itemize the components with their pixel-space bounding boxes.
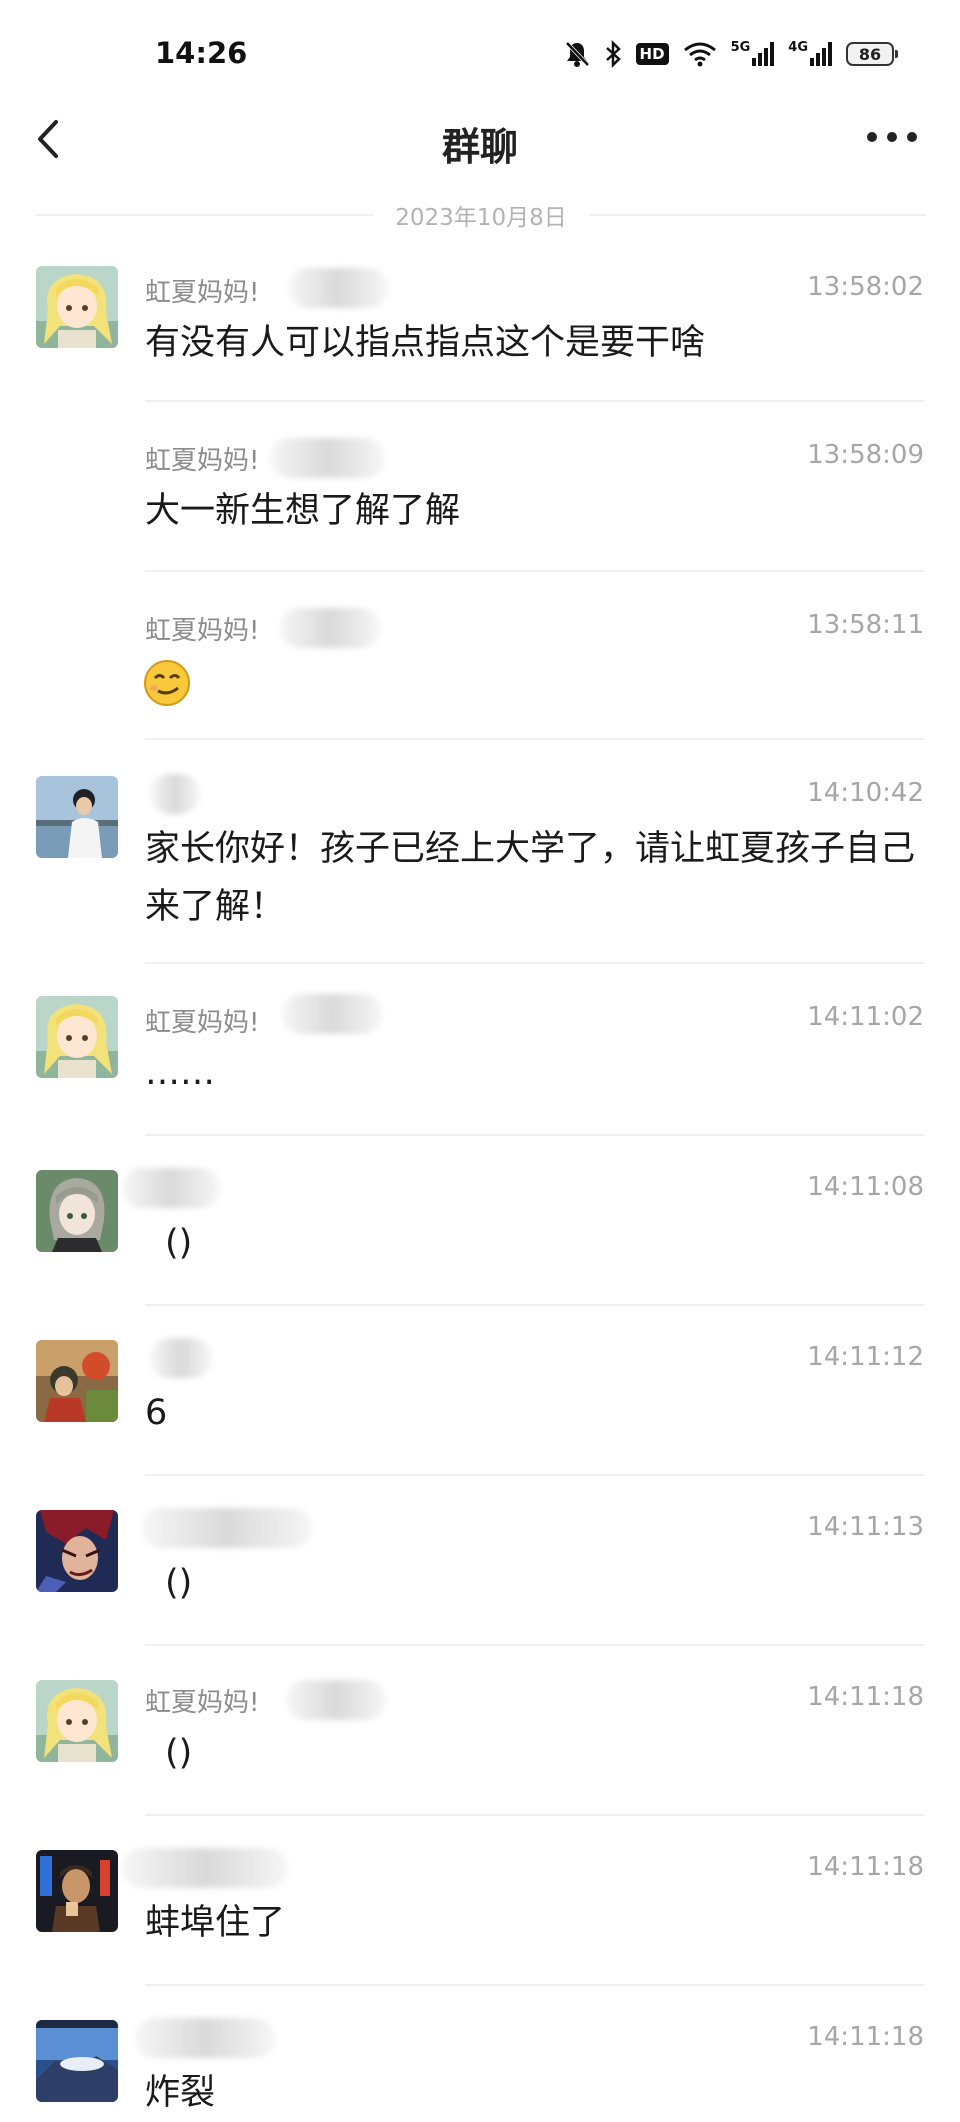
avatar[interactable] (36, 1340, 118, 1422)
message-text: 家长你好！孩子已经上大学了，请让虹夏孩子自己来了解！ (145, 829, 916, 927)
avatar[interactable] (36, 776, 118, 858)
message-divider (145, 1814, 924, 1816)
signal-5g: 5G (730, 40, 775, 66)
redacted-name (280, 608, 380, 648)
redacted-name (122, 1848, 288, 1888)
message-time: 14:11:12 (807, 1342, 924, 1372)
redacted-name (270, 438, 385, 478)
message-time: 14:11:08 (807, 1172, 924, 1202)
message-divider (145, 1984, 924, 1986)
status-time: 14:26 (155, 36, 248, 70)
message-text: 6 (145, 1393, 168, 1433)
message-time: 13:58:09 (807, 440, 924, 470)
message-text: () (165, 1733, 193, 1773)
avatar[interactable] (36, 1510, 118, 1592)
redacted-name (150, 774, 200, 814)
sender-name: 虹夏妈妈! (145, 278, 260, 308)
hd-badge: HD (635, 43, 669, 65)
redacted-name (135, 2018, 275, 2058)
avatar[interactable] (36, 996, 118, 1078)
bell-muted-icon (564, 40, 590, 68)
message-divider (145, 738, 924, 740)
more-button[interactable] (864, 122, 920, 152)
more-dots-icon (867, 132, 917, 142)
message-time: 13:58:11 (807, 610, 924, 640)
message-divider (145, 1134, 924, 1136)
message-divider (145, 1644, 924, 1646)
message-time: 14:11:02 (807, 1002, 924, 1032)
message-divider (145, 962, 924, 964)
page-title: 群聊 (441, 125, 518, 169)
nav-bar: 群聊 (0, 100, 960, 180)
signal-4g-label: 4G (788, 40, 808, 55)
message-text: 大一新生想了解了解 (145, 491, 461, 531)
message-time: 14:11:18 (807, 2022, 924, 2052)
message-text: 炸裂 (145, 2073, 216, 2113)
message-text: …… (145, 1053, 215, 1093)
message-divider (145, 400, 924, 402)
message-divider (145, 1474, 924, 1476)
message-time: 14:11:13 (807, 1512, 924, 1542)
sender-name: 虹夏妈妈! (145, 616, 260, 646)
message-time: 14:10:42 (807, 778, 924, 808)
message-divider (145, 570, 924, 572)
message-time: 14:11:18 (807, 1682, 924, 1712)
signal-bars-icon (752, 42, 775, 66)
sender-name: 虹夏妈妈! (145, 446, 260, 476)
signal-4g: 4G (788, 40, 832, 66)
message-text: () (165, 1563, 193, 1603)
redacted-name (288, 268, 388, 308)
avatar[interactable] (36, 2020, 118, 2102)
status-icons: HD 5G 4G 86 (564, 34, 898, 74)
divider-line (36, 214, 374, 216)
signal-bars-icon (810, 42, 832, 66)
redacted-name (150, 1338, 212, 1378)
bluetooth-icon (604, 40, 622, 68)
date-label: 2023年10月8日 (395, 205, 567, 231)
avatar[interactable] (36, 1170, 118, 1252)
divider-line (588, 214, 926, 216)
signal-5g-label: 5G (730, 40, 751, 55)
message-text: 蚌埠住了 (145, 1903, 286, 1943)
message-divider (145, 1304, 924, 1306)
smirk-emoji-icon (142, 658, 192, 712)
message-text: () (165, 1223, 193, 1263)
avatar[interactable] (36, 1850, 118, 1932)
sender-name: 虹夏妈妈! (145, 1688, 260, 1718)
message-time: 13:58:02 (807, 272, 924, 302)
status-bar: 14:26 HD 5G 4G 86 (0, 0, 960, 110)
redacted-name (142, 1508, 312, 1548)
message-text: 有没有人可以指点指点这个是要干啥 (145, 323, 706, 363)
message-time: 14:11:18 (807, 1852, 924, 1882)
battery-icon: 86 (846, 42, 898, 66)
avatar[interactable] (36, 266, 118, 348)
date-divider: 2023年10月8日 (36, 198, 926, 232)
redacted-name (286, 1680, 386, 1720)
redacted-name (122, 1168, 220, 1208)
sender-name: 虹夏妈妈! (145, 1008, 260, 1038)
redacted-name (282, 994, 382, 1034)
wifi-icon (683, 41, 717, 67)
avatar[interactable] (36, 1680, 118, 1762)
